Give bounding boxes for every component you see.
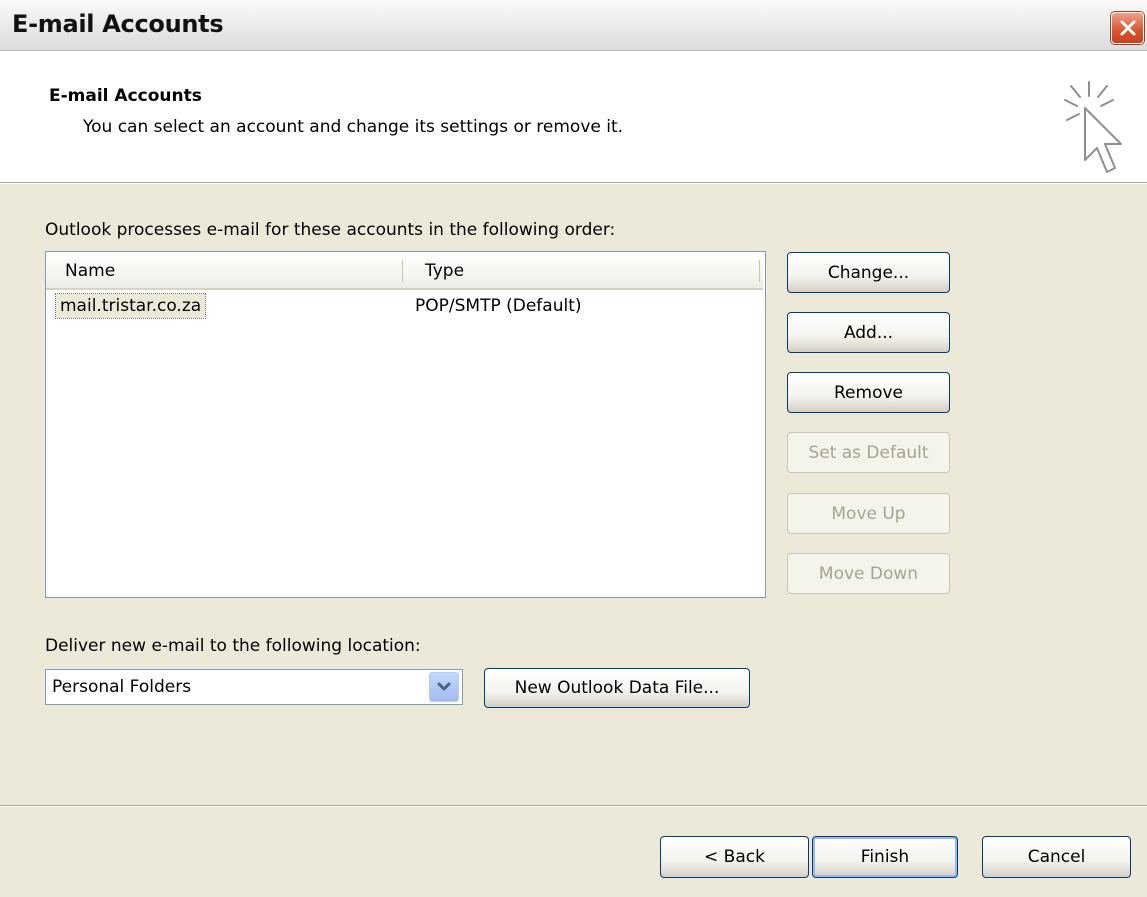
dropdown-button[interactable] (429, 672, 459, 702)
column-header-type[interactable]: Type (425, 261, 464, 281)
cancel-button[interactable]: Cancel (982, 836, 1131, 878)
account-name-cell[interactable]: mail.tristar.co.za (54, 293, 207, 319)
column-separator[interactable] (402, 260, 403, 282)
header-divider (0, 183, 1147, 184)
cursor-click-icon (1064, 81, 1122, 173)
new-outlook-data-file-button[interactable]: New Outlook Data File... (484, 668, 750, 708)
move-down-button[interactable]: Move Down (787, 553, 950, 594)
delivery-location-dropdown[interactable]: Personal Folders (45, 669, 463, 705)
accounts-order-label: Outlook processes e-mail for these accou… (45, 220, 616, 240)
set-as-default-button[interactable]: Set as Default (787, 432, 950, 473)
close-button[interactable] (1111, 12, 1144, 44)
chevron-down-icon (437, 682, 451, 691)
column-header-name[interactable]: Name (65, 261, 115, 281)
back-button[interactable]: < Back (660, 836, 809, 878)
add-button[interactable]: Add... (787, 312, 950, 353)
remove-button[interactable]: Remove (787, 372, 950, 413)
column-separator[interactable] (759, 260, 760, 282)
footer-divider-highlight (0, 806, 1147, 807)
account-type-cell[interactable]: POP/SMTP (Default) (415, 294, 582, 318)
move-up-button[interactable]: Move Up (787, 493, 950, 534)
change-button[interactable]: Change... (787, 252, 950, 293)
finish-button[interactable]: Finish (812, 836, 958, 878)
close-icon (1120, 20, 1135, 36)
window-title: E-mail Accounts (12, 10, 224, 38)
list-header: Name Type (46, 252, 763, 290)
accounts-list[interactable]: Name Type mail.tristar.co.za POP/SMTP (D… (45, 251, 766, 598)
dropdown-value: Personal Folders (52, 677, 192, 697)
header-title: E-mail Accounts (49, 86, 202, 106)
header-subtitle: You can select an account and change its… (83, 117, 624, 137)
deliver-location-label: Deliver new e-mail to the following loca… (45, 636, 421, 656)
